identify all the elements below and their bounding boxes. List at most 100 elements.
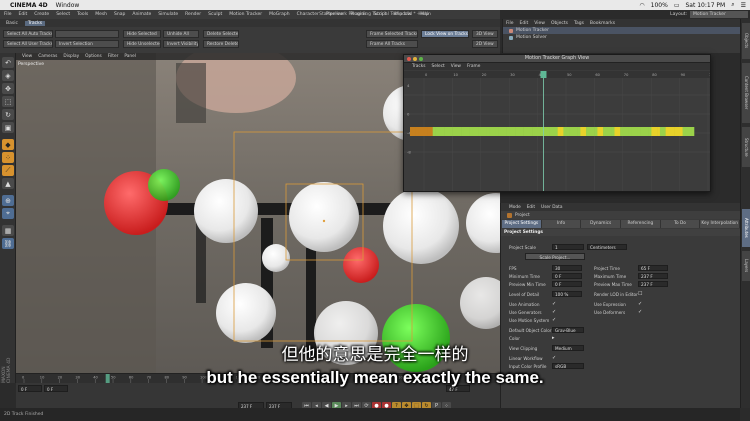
vtab-layers[interactable]: Layers [742,251,750,281]
vp-menu-options[interactable]: Options [85,54,102,59]
use-expression-checkbox[interactable]: ✓ [638,301,642,307]
om-menu-bookmarks[interactable]: Bookmarks [590,21,615,26]
vp-menu-panel[interactable]: Panel [124,54,136,59]
invert-selection-button[interactable]: Invert Selection [55,40,119,48]
select-all-user-tracks-button[interactable]: Select All User Tracks [3,40,53,48]
scale-icon[interactable]: ⬚ [2,96,14,107]
delete-selected-button[interactable]: Delete Selected [203,30,239,38]
om-menu-tags[interactable]: Tags [574,21,584,26]
undo-icon[interactable]: ↶ [2,57,14,68]
minimize-icon[interactable] [413,57,417,61]
frame-selected-tracks-button[interactable]: Frame Selected Tracks [366,30,418,38]
menu-mesh[interactable]: Mesh [95,12,107,17]
vtab-objects[interactable]: Objects [742,23,750,59]
2d-view-button[interactable]: 2D View [472,40,498,48]
vtab-content-browser[interactable]: Content Browser [742,63,750,123]
menu-animate[interactable]: Animate [132,12,151,17]
tab-basic[interactable]: Basic [3,21,21,26]
gv-menu-select[interactable]: Select [431,64,444,69]
menu-edit[interactable]: Edit [19,12,28,17]
tab-tracks[interactable]: Tracks [24,20,46,26]
list-icon[interactable]: ☰ [741,2,746,9]
fps-input[interactable]: 30 [552,265,582,271]
vp-menu-filter[interactable]: Filter [108,54,119,59]
use-generators-checkbox[interactable]: ✓ [552,309,556,315]
vp-menu-cameras[interactable]: Cameras [38,54,57,59]
menu-create[interactable]: Create [34,12,49,17]
scale-project-button[interactable]: Scale Project... [525,253,585,260]
hide-unselected-button[interactable]: Hide Unselected [123,40,161,48]
gv-menu-frame[interactable]: Frame [467,64,480,69]
clock[interactable]: Sat 10:17 PM [685,2,725,9]
menu-tools[interactable]: Tools [77,12,88,17]
minimum-time-input[interactable]: 0 F [552,273,582,279]
zoom-icon[interactable] [419,57,423,61]
project-scale-input[interactable]: 1 [552,244,584,250]
vtab-attributes[interactable]: Attributes [742,209,750,247]
use-motion-system-checkbox[interactable]: ✓ [552,317,556,323]
object-row-motion-tracker[interactable]: Motion Tracker [503,27,740,34]
graph-view-titlebar[interactable]: Motion Tracker Graph View [404,55,710,63]
battery-icon[interactable]: ▭ [674,2,680,9]
menu-select[interactable]: Select [56,12,70,17]
use-deformers-checkbox[interactable]: ✓ [638,309,642,315]
live-select-icon[interactable]: ◈ [2,70,14,81]
restore-deleted-button[interactable]: Restore Deleted [203,40,239,48]
rotate-icon[interactable]: ↻ [2,109,14,120]
hide-selected-button[interactable]: Hide Selected [123,30,161,38]
select-all-auto-tracks-button[interactable]: Select All Auto Tracks [3,30,53,38]
edges-mode-icon[interactable]: ⟋ [2,165,14,176]
gv-menu-view[interactable]: View [451,64,461,69]
axis-mode-icon[interactable]: ⊕ [2,195,14,206]
3d-view-button[interactable]: 3D View [472,30,498,38]
use-animation-checkbox[interactable]: ✓ [552,301,556,307]
menu-render[interactable]: Render [185,12,201,17]
track-bar[interactable] [410,127,695,136]
polygons-mode-icon[interactable]: ▲ [2,178,14,189]
window-menu[interactable]: Window [56,2,80,9]
app-name-menu[interactable]: CINEMA 4D [10,2,48,9]
om-menu-file[interactable]: File [506,21,514,26]
wifi-icon[interactable]: ◠ [639,2,644,9]
om-menu-edit[interactable]: Edit [520,21,529,26]
invert-visibility-button[interactable]: Invert Visibility [163,40,199,48]
move-icon[interactable]: ✥ [2,83,14,94]
track-segment [506,127,510,136]
menu-file[interactable]: File [4,12,12,17]
vp-menu-display[interactable]: Display [63,54,79,59]
layout-dropdown[interactable]: Motion Tracker [690,11,748,18]
model-mode-icon[interactable]: ▣ [2,122,14,133]
project-time-input[interactable]: 65 F [638,265,668,271]
tracker-center[interactable] [322,219,326,223]
preview-max-time-input[interactable]: 237 F [638,281,668,287]
lock-view-on-tracks-button[interactable]: Lock View on Tracks [421,30,469,38]
maximum-time-input[interactable]: 237 F [638,273,668,279]
menu-snap[interactable]: Snap [114,12,125,17]
menu-simulate[interactable]: Simulate [158,12,178,17]
menu-sculpt[interactable]: Sculpt [208,12,222,17]
workplane-icon[interactable]: ▦ [2,225,14,236]
level-of-detail-input[interactable]: 100 % [552,291,582,297]
om-menu-objects[interactable]: Objects [551,21,568,26]
object-row-motion-solver[interactable]: Motion Solver [503,34,740,41]
vp-menu-view[interactable]: View [22,54,32,59]
time-cursor-handle[interactable] [540,71,547,78]
search-icon[interactable]: ⌕ [731,1,734,9]
object-mode-icon[interactable]: ◆ [2,139,14,150]
default-object-color-select[interactable]: Gray-Blue [552,327,584,333]
vtab-structure[interactable]: Structure [742,127,750,167]
lock-icon[interactable]: ⛓ [2,238,14,249]
render-lod-checkbox[interactable]: ☐ [638,291,642,297]
points-mode-icon[interactable]: ⁘ [2,152,14,163]
preview-min-time-input[interactable]: 0 F [552,281,582,287]
om-menu-view[interactable]: View [534,21,545,26]
close-icon[interactable] [407,57,411,61]
unhide-all-button[interactable]: Unhide All [163,30,199,38]
select-unused-button[interactable] [55,30,119,38]
graph-canvas[interactable]: 0102030405060708090100 40-4-8 [404,71,710,191]
status-bar: 2D Track Finished [0,408,740,421]
project-scale-unit-select[interactable]: Centimeters [587,244,627,250]
frame-all-tracks-button[interactable]: Frame All Tracks [366,40,418,48]
gv-menu-tracks[interactable]: Tracks [412,64,425,69]
snap-icon[interactable]: ⌖ [2,208,14,219]
